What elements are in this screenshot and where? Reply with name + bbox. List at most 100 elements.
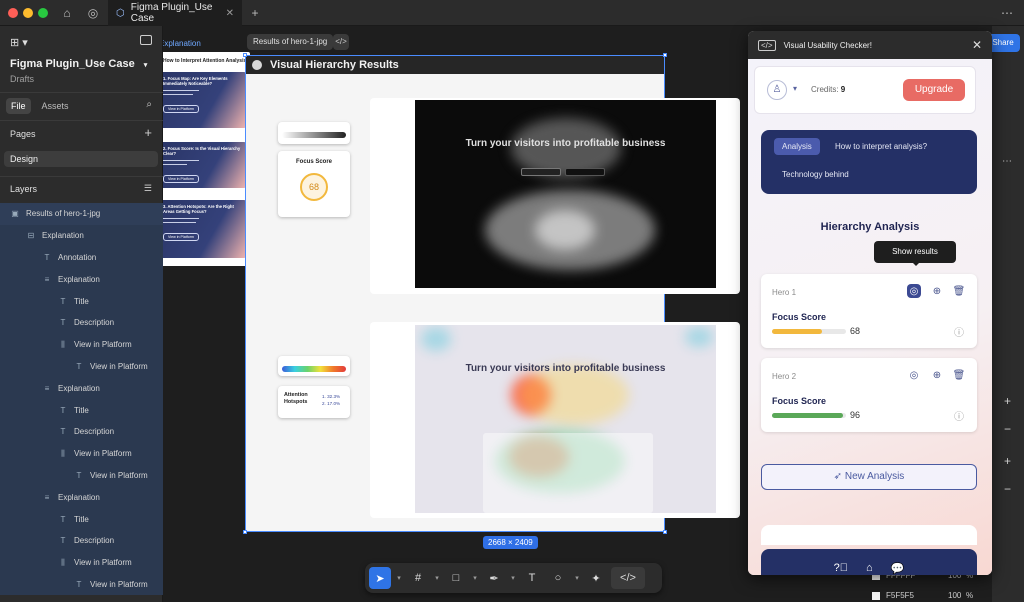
focus-blob xyxy=(535,210,595,250)
tab-analysis[interactable]: Analysis xyxy=(774,138,820,155)
chat-icon[interactable]: 💬 xyxy=(891,562,905,575)
tab-file[interactable]: File xyxy=(6,98,31,114)
chevron-down-icon[interactable]: ▾ xyxy=(793,84,797,93)
globe-icon[interactable]: ◎ xyxy=(84,4,102,22)
layer-item[interactable]: T View in Platform xyxy=(0,355,163,378)
home-icon[interactable]: ⌂ xyxy=(866,562,873,574)
result-card-hero-2[interactable]: Hero 2 ◎ ⊕ 🗑 Focus Score 96 ⓘ xyxy=(761,358,977,432)
color-swatch-row[interactable]: F5F5F5 100 % xyxy=(872,591,990,602)
code-icon[interactable]: </> xyxy=(333,34,349,50)
user-avatar-icon[interactable]: ♙ xyxy=(767,80,787,100)
chevron-down-icon[interactable]: ▾ xyxy=(433,574,441,582)
explanation-card[interactable]: 2. Focus Score: Is the Visual Hierarchy … xyxy=(163,142,247,188)
layer-item[interactable]: ≡ Explanation xyxy=(0,486,163,509)
pen-tool-icon[interactable]: ✒ xyxy=(483,567,505,589)
minimize-window-button[interactable] xyxy=(23,8,33,18)
comment-tool-icon[interactable]: ○ xyxy=(547,567,569,589)
shot-secondary-button xyxy=(565,168,605,176)
layer-item[interactable]: T Description xyxy=(0,420,163,443)
layer-item[interactable]: ≡ Explanation xyxy=(0,377,163,400)
shot-headline: Turn your visitors into profitable busin… xyxy=(465,363,666,374)
close-icon[interactable]: ✕ xyxy=(972,38,982,52)
layer-item[interactable]: ⫼ View in Platform xyxy=(0,442,163,465)
card-title: 1. Focus Map: Are Key Elements Immediate… xyxy=(163,76,228,87)
actions-tool-icon[interactable]: ✦ xyxy=(585,567,607,589)
sidebar-toggle-icon[interactable] xyxy=(140,35,152,45)
layer-item[interactable]: T Title xyxy=(0,399,163,421)
globe-icon[interactable]: ⊕ xyxy=(930,284,944,298)
result-card-hero-1[interactable]: Hero 1 ◎ ⊕ 🗑 Focus Score 68 ⓘ xyxy=(761,274,977,348)
help-icon[interactable]: ⓘ xyxy=(952,324,966,339)
dev-mode-icon[interactable]: </> xyxy=(611,567,645,589)
remove-icon[interactable]: − xyxy=(1004,482,1011,496)
file-title[interactable]: Figma Plugin_Use Case ▾ xyxy=(10,58,147,70)
add-page-icon[interactable]: + xyxy=(144,125,152,140)
layer-item[interactable]: T Title xyxy=(0,508,163,530)
layer-item[interactable]: ⊟ Explanation xyxy=(0,224,163,247)
layer-item[interactable]: T Description xyxy=(0,529,163,552)
tab-figma-file[interactable]: ⬡ Figma Plugin_Use Case ✕ xyxy=(108,0,242,26)
frame-name-chip[interactable]: Results of hero-1-jpg xyxy=(247,34,334,50)
view-in-platform-button[interactable]: View in Platform xyxy=(163,104,199,113)
text-tool-icon[interactable]: T xyxy=(521,567,543,589)
layer-item[interactable]: T Title xyxy=(0,290,163,312)
frame-tool-icon[interactable]: # xyxy=(407,567,429,589)
tab-how-to-interpret[interactable]: How to interpret analysis? xyxy=(835,142,927,151)
help-icon[interactable]: ⓘ xyxy=(952,408,966,423)
home-icon[interactable]: ⌂ xyxy=(58,4,76,22)
remove-icon[interactable]: − xyxy=(1004,422,1011,436)
chevron-down-icon[interactable]: ▾ xyxy=(471,574,479,582)
explanation-frame[interactable]: How to Interpret Attention Analysis? 1. … xyxy=(163,52,250,266)
results-frame[interactable]: Visual Hierarchy Results Turn your visit… xyxy=(243,53,740,534)
globe-icon[interactable]: ⊕ xyxy=(930,368,944,382)
layer-item[interactable]: T View in Platform xyxy=(0,464,163,487)
chevron-down-icon[interactable]: ▾ xyxy=(509,574,517,582)
more-icon[interactable]: ⋯ xyxy=(1002,156,1012,167)
layer-item[interactable]: ▣ Results of hero-1-jpg xyxy=(0,203,163,225)
search-icon[interactable]: ⌕ xyxy=(146,99,152,110)
more-icon[interactable]: ⋯ xyxy=(998,4,1016,22)
show-results-icon[interactable]: ◎ xyxy=(907,368,921,382)
layer-item[interactable]: ≡ Explanation xyxy=(0,268,163,291)
trash-icon[interactable]: 🗑 xyxy=(952,284,966,298)
close-window-button[interactable] xyxy=(8,8,18,18)
add-icon[interactable]: + xyxy=(1004,394,1011,408)
layer-item[interactable]: T Annotation xyxy=(0,246,163,269)
new-analysis-button[interactable]: ➶ New Analysis xyxy=(761,464,977,490)
explanation-card[interactable]: 1. Focus Map: Are Key Elements Immediate… xyxy=(163,72,247,128)
tab-assets[interactable]: Assets xyxy=(37,98,74,114)
figma-menu-icon[interactable]: ⊞ ▾ xyxy=(10,36,28,49)
new-tab-icon[interactable]: + xyxy=(246,4,264,22)
chevron-down-icon[interactable]: ▾ xyxy=(573,574,581,582)
move-tool-icon[interactable]: ➤ xyxy=(369,567,391,589)
heatmap-image[interactable]: Turn your visitors into profitable busin… xyxy=(415,325,716,513)
explanation-frame-label[interactable]: Explanation xyxy=(163,39,201,48)
layer-item[interactable]: ⫼ View in Platform xyxy=(0,551,163,574)
trash-icon[interactable]: 🗑 xyxy=(952,368,966,382)
chevron-down-icon[interactable]: ▾ xyxy=(395,574,403,582)
resize-handle[interactable] xyxy=(663,53,667,57)
rectangle-tool-icon[interactable]: □ xyxy=(445,567,467,589)
resize-handle[interactable] xyxy=(663,530,667,534)
tab-technology-behind[interactable]: Technology behind xyxy=(782,170,849,179)
add-icon[interactable]: + xyxy=(1004,454,1011,468)
layer-item[interactable]: T View in Platform xyxy=(0,573,163,596)
layer-item[interactable]: T Description xyxy=(0,311,163,334)
layer-label: Title xyxy=(74,296,89,306)
view-in-platform-button[interactable]: View in Platform xyxy=(163,232,199,241)
resize-handle[interactable] xyxy=(243,530,247,534)
page-item-design[interactable]: Design xyxy=(4,151,158,167)
layers-list-icon[interactable]: ☰ xyxy=(144,183,152,194)
layer-item[interactable]: ⫼ View in Platform xyxy=(0,333,163,356)
view-in-platform-button[interactable]: View in Platform xyxy=(163,174,199,183)
resize-handle[interactable] xyxy=(243,53,247,57)
show-results-icon[interactable]: ◎ xyxy=(907,284,921,298)
maximize-window-button[interactable] xyxy=(38,8,48,18)
explanation-card[interactable]: 3. Attention Hotspots: Are the Right Are… xyxy=(163,200,247,258)
close-tab-icon[interactable]: ✕ xyxy=(226,8,234,19)
upgrade-button[interactable]: Upgrade xyxy=(903,79,965,101)
layer-label: View in Platform xyxy=(90,361,148,371)
help-icon[interactable]: ?⃝ xyxy=(834,562,848,574)
focus-map-image[interactable]: Turn your visitors into profitable busin… xyxy=(415,100,716,288)
swatch-opacity-unit: % xyxy=(966,591,974,600)
